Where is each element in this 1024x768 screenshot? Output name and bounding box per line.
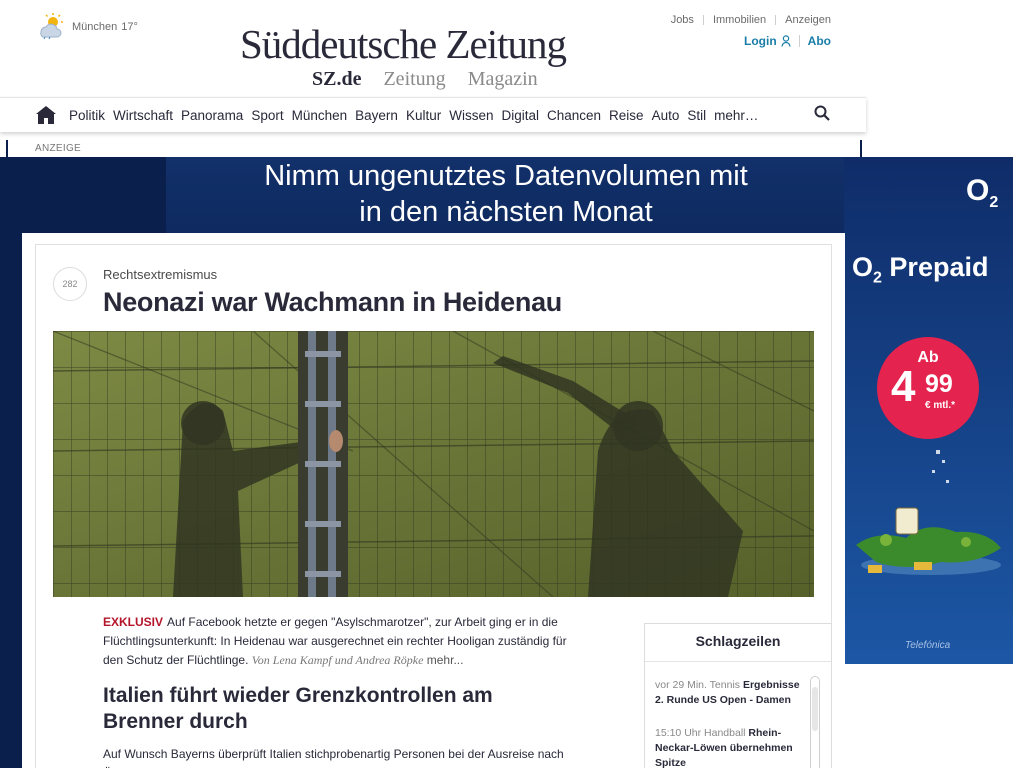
headline-item[interactable]: vor 29 Min. Tennis Ergebnisse 2. Runde U…	[655, 678, 810, 708]
nav-item-politik[interactable]: Politik	[69, 108, 105, 123]
partly-cloudy-rain-icon	[40, 13, 63, 40]
ad-frame-edge	[860, 140, 862, 157]
account-links: Login Abo	[744, 34, 831, 48]
ad-headline[interactable]: Nimm ungenutztes Datenvolumen mit in den…	[166, 158, 846, 230]
headline-item[interactable]: 15:10 Uhr Handball Rhein-Neckar-Löwen üb…	[655, 726, 810, 768]
price-unit: € mtl.*	[925, 400, 956, 411]
headline-section: Tennis	[709, 679, 741, 691]
link-jobs[interactable]: Jobs	[671, 14, 694, 26]
exclusive-label: EXKLUSIV	[103, 615, 164, 629]
article-kicker[interactable]: Rechtsextremismus	[103, 267, 217, 282]
headlines-title: Schlagzeilen	[645, 624, 831, 662]
site-header: München 17° Süddeutsche Zeitung SZ.de Ze…	[0, 0, 866, 132]
search-icon[interactable]	[814, 105, 830, 121]
headline-time: 15:10 Uhr	[655, 727, 702, 739]
link-immobilien[interactable]: Immobilien	[713, 14, 766, 26]
o2-logo-letter: O	[966, 174, 990, 207]
sponsor-logo: Telefónica	[905, 640, 951, 651]
headlines-widget: Schlagzeilen vor 29 Min. Tennis Ergebnis…	[644, 623, 832, 768]
prepaid-letter: O	[852, 252, 874, 282]
nav-item-auto[interactable]: Auto	[652, 108, 680, 123]
prepaid-rest: Prepaid	[881, 252, 989, 282]
home-icon[interactable]	[35, 105, 57, 125]
ad-mascot-illustration	[856, 450, 1001, 575]
service-links: Jobs Immobilien Anzeigen	[671, 14, 831, 26]
ad-frame-edge	[6, 140, 8, 157]
article-headline[interactable]: Neonazi war Wachmann in Heidenau	[103, 287, 562, 318]
abo-link[interactable]: Abo	[808, 34, 831, 48]
ad-headline-line2: in den nächsten Monat	[359, 196, 653, 228]
nav-item-sport[interactable]: Sport	[251, 108, 283, 123]
nav-item-wirtschaft[interactable]: Wirtschaft	[113, 108, 173, 123]
subnav-zeitung[interactable]: Zeitung	[383, 68, 445, 91]
headline-time: vor 29 Min.	[655, 679, 707, 691]
ad-headline-line1: Nimm ungenutztes Datenvolumen mit	[264, 160, 748, 192]
more-link[interactable]: mehr...	[427, 653, 464, 667]
weather-temp: 17°	[121, 21, 138, 33]
o2-logo-sub: 2	[989, 194, 999, 211]
weather-city: München	[72, 21, 118, 33]
nav-item-mehr[interactable]: mehr…	[714, 108, 758, 123]
o2-prepaid-title: O2 Prepaid	[852, 252, 988, 287]
site-logo[interactable]: Süddeutsche Zeitung	[240, 20, 567, 68]
ad-label-strip: ANZEIGE	[0, 140, 866, 157]
headline-section: Handball	[704, 727, 746, 739]
article-authors: Von Lena Kampf und Andrea Röpke	[251, 653, 424, 667]
price-badge[interactable]: Ab 4 99 € mtl.*	[877, 337, 979, 439]
nav-item-panorama[interactable]: Panorama	[181, 108, 243, 123]
price-integer: 4	[891, 362, 916, 411]
page: München 17° Süddeutsche Zeitung SZ.de Ze…	[0, 0, 1024, 768]
main-nav: Politik Wirtschaft Panorama Sport Münche…	[0, 97, 866, 132]
subnav-sz-de[interactable]: SZ.de	[312, 68, 361, 91]
comment-count-badge[interactable]: 282	[53, 267, 87, 301]
nav-item-wissen[interactable]: Wissen	[449, 108, 493, 123]
nav-item-bayern[interactable]: Bayern	[355, 108, 398, 123]
login-link[interactable]: Login	[744, 34, 777, 48]
article-teaser: EXKLUSIV Auf Facebook hetzte er gegen "As…	[103, 613, 583, 670]
divider	[702, 15, 704, 25]
headlines-scrollbar[interactable]	[810, 676, 820, 768]
article-hero-image[interactable]	[53, 331, 814, 597]
link-anzeigen[interactable]: Anzeigen	[785, 14, 831, 26]
hero-photo	[53, 331, 814, 597]
nav-item-reise[interactable]: Reise	[609, 108, 644, 123]
ad-banner-left[interactable]	[0, 234, 22, 768]
nav-item-muenchen[interactable]: München	[292, 108, 348, 123]
nav-item-chancen[interactable]: Chancen	[547, 108, 601, 123]
divider	[775, 15, 777, 25]
ad-label: ANZEIGE	[35, 143, 81, 154]
weather-widget[interactable]: München 17°	[36, 12, 138, 40]
prepaid-sub: 2	[873, 269, 882, 287]
divider	[798, 35, 800, 47]
nav-item-digital[interactable]: Digital	[501, 108, 539, 123]
o2-logo: O2	[966, 174, 998, 212]
nav-item-stil[interactable]: Stil	[687, 108, 706, 123]
subnav-magazin[interactable]: Magazin	[468, 68, 538, 91]
nav-item-kultur[interactable]: Kultur	[406, 108, 441, 123]
second-article-headline[interactable]: Italien führt wieder Grenzkontrollen am …	[103, 683, 553, 735]
scrollbar-thumb[interactable]	[812, 687, 818, 731]
brand-subnav: SZ.de Zeitung Magazin	[312, 68, 538, 91]
price-decimal: 99	[925, 370, 953, 398]
second-article-teaser[interactable]: Auf Wunsch Bayerns überprüft Italien sti…	[103, 745, 583, 768]
user-icon[interactable]	[781, 35, 791, 47]
